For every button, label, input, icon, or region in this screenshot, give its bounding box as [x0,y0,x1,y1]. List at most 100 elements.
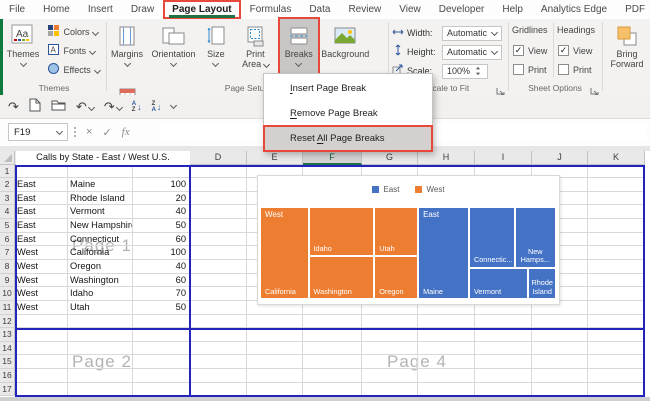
row-header-6[interactable]: 6 [0,233,15,247]
treemap-tile-vermont[interactable]: Vermont [469,268,528,299]
themes-button[interactable]: Aa Themes [2,19,44,81]
tab-insert[interactable]: Insert [79,0,122,19]
row-header-16[interactable]: 16 [0,369,15,383]
chevron-down-icon [295,60,302,67]
tab-formulas[interactable]: Formulas [241,0,301,19]
menu-item-reset-all-page-breaks[interactable]: Reset All Page Breaks [264,126,432,151]
sort-descending-button[interactable]: ZA↓ [152,101,162,113]
page-break-line-horizontal[interactable] [15,328,645,330]
tab-draw[interactable]: Draw [122,0,163,19]
tab-view[interactable]: View [390,0,430,19]
scale-spinner[interactable]: 100% [442,64,488,79]
drag-handle-icon[interactable] [74,127,76,137]
column-header-g[interactable]: G [362,151,418,165]
legend-item-west: West [415,185,444,194]
tab-page-layout[interactable]: Page Layout [163,0,240,19]
row-header-15[interactable]: 15 [0,355,15,369]
themes-group: Aa Themes Colors A Fonts Effect [2,19,106,95]
column-header-f[interactable]: F [303,151,362,165]
sheet-options-dialog-launcher-icon[interactable] [590,83,600,93]
column-header-d[interactable]: D [190,151,247,165]
tab-pdf[interactable]: PDF [616,0,650,19]
qat-overflow-button[interactable] [171,105,176,108]
colors-button[interactable]: Colors [48,23,99,40]
effects-button[interactable]: Effects [48,61,99,78]
treemap-tile-maine[interactable]: EastMaine [418,207,469,299]
open-file-button[interactable] [51,99,66,114]
tab-data[interactable]: Data [300,0,339,19]
row-header-3[interactable]: 3 [0,192,15,206]
tab-home[interactable]: Home [34,0,79,19]
gridlines-view-checkbox[interactable]: ✓View [513,42,547,59]
column-header-k[interactable]: K [588,151,645,165]
svg-text:A: A [51,46,57,55]
sort-ascending-button[interactable]: AZ↓ [132,101,142,113]
treemap-tile-california[interactable]: WestCalifornia [260,207,309,299]
height-select[interactable]: Automatic [442,45,502,60]
redo-button[interactable]: ↷ [104,99,122,115]
print-area-button[interactable]: PrintArea [235,19,275,81]
legend-swatch-icon [415,186,422,193]
row-header-10[interactable]: 10 [0,287,15,301]
treemap-chart[interactable]: EastWest WestCaliforniaIdahoWashingtonUt… [257,175,560,305]
menu-item-insert-page-break[interactable]: Insert Page Break [264,76,432,101]
row-header-5[interactable]: 5 [0,219,15,233]
column-header-j[interactable]: J [532,151,588,165]
tab-developer[interactable]: Developer [430,0,494,19]
colors-icon [48,25,59,38]
treemap-tile-new-hamps-[interactable]: New Hamps... [515,207,556,268]
enter-button[interactable]: ✓ [102,126,111,139]
print-area-icon [245,23,265,49]
tab-analytics-edge[interactable]: Analytics Edge [532,0,616,19]
row-header-1[interactable]: 1 [0,165,15,179]
headings-view-checkbox[interactable]: ✓View [558,42,592,59]
treemap-tile-oregon[interactable]: Oregon [374,256,418,299]
margins-button[interactable]: Margins [108,19,146,81]
group-separator [106,22,107,91]
fonts-button[interactable]: A Fonts [48,42,99,59]
row-header-9[interactable]: 9 [0,274,15,288]
size-button[interactable]: Size [201,19,231,81]
undo-button[interactable]: ↶ [76,99,94,115]
row-header-14[interactable]: 14 [0,342,15,356]
new-file-button[interactable] [29,98,41,115]
row-header-11[interactable]: 11 [0,301,15,315]
insert-function-button[interactable]: fx [122,126,130,138]
chevron-down-icon [94,67,101,74]
column-header-h[interactable]: H [418,151,475,165]
row-header-13[interactable]: 13 [0,328,15,342]
treemap-tile-utah[interactable]: Utah [374,207,418,256]
row-header-8[interactable]: 8 [0,260,15,274]
row-header-12[interactable]: 12 [0,315,15,329]
background-button[interactable]: Background [322,19,368,81]
bring-forward-button[interactable]: BringForward [604,19,650,81]
new-file-icon [29,98,41,115]
gridlines-print-checkbox[interactable]: Print [513,61,547,78]
treemap-tile-rhode-island[interactable]: Rhode Island [528,268,556,299]
row-header-2[interactable]: 2 [0,178,15,192]
treemap-tile-idaho[interactable]: Idaho [309,207,375,256]
column-header-i[interactable]: I [475,151,532,165]
customize-mode-button[interactable]: ↷ [8,99,19,115]
cell-a1-title[interactable]: Calls by State - East / West U.S. [16,151,190,165]
cancel-button[interactable]: × [86,126,92,138]
treemap-tile-connectic-[interactable]: Connectic... [469,207,515,268]
select-all-corner[interactable] [0,151,15,165]
orientation-button[interactable]: Orientation [150,19,196,81]
breaks-button[interactable]: Breaks [280,19,318,81]
tab-review[interactable]: Review [339,0,390,19]
headings-print-checkbox[interactable]: Print [558,61,592,78]
page-break-line-vertical[interactable] [189,165,191,397]
width-select[interactable]: Automatic [442,26,502,41]
tab-help[interactable]: Help [493,0,532,19]
column-header-e[interactable]: E [247,151,303,165]
gridlines-label: Gridlines [512,25,548,35]
name-box[interactable]: F19 [8,123,68,141]
tab-file[interactable]: File [0,0,34,19]
row-header-7[interactable]: 7 [0,246,15,260]
menu-item-remove-page-break[interactable]: Remove Page Break [264,101,432,126]
scale-to-fit-dialog-launcher-icon[interactable] [496,83,506,93]
treemap-tile-washington[interactable]: Washington [309,256,375,299]
row-header-4[interactable]: 4 [0,205,15,219]
row-header-17[interactable]: 17 [0,383,15,397]
